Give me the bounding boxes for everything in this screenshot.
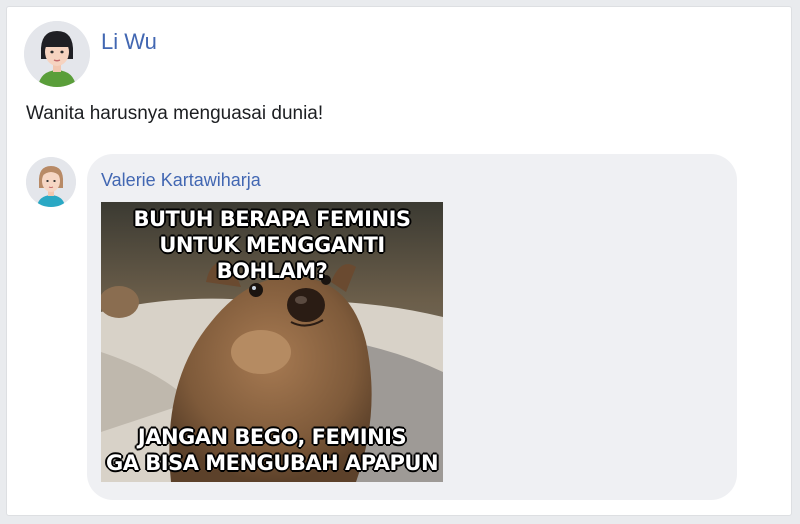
meme-bottom-caption: JANGAN BEGO, FEMINIS GA BISA MENGUBAH AP… xyxy=(101,424,443,476)
comment-author-name[interactable]: Valerie Kartawiharja xyxy=(101,170,261,191)
commenter-avatar[interactable] xyxy=(26,157,76,207)
meme-top-caption: BUTUH BERAPA FEMINIS UNTUK MENGGANTI BOH… xyxy=(101,206,443,284)
post-card: Li Wu Wanita harusnya menguasai dunia! V… xyxy=(6,6,792,516)
comment-bubble: Valerie Kartawiharja BUTUH BERAPA FEMINI… xyxy=(87,154,737,500)
meme-image[interactable]: BUTUH BERAPA FEMINIS UNTUK MENGGANTI BOH… xyxy=(101,202,443,482)
meme-caption-line: JANGAN BEGO, FEMINIS xyxy=(137,425,407,449)
woman-avatar-icon xyxy=(24,21,90,87)
meme-caption-line: UNTUK MENGGANTI BOHLAM? xyxy=(159,233,385,283)
woman-avatar-icon xyxy=(26,157,76,207)
post-author-name[interactable]: Li Wu xyxy=(101,29,157,55)
meme-caption-line: BUTUH BERAPA FEMINIS xyxy=(133,207,411,231)
post-text: Wanita harusnya menguasai dunia! xyxy=(26,103,324,124)
meme-caption-line: GA BISA MENGUBAH APAPUN xyxy=(105,451,439,475)
author-avatar[interactable] xyxy=(24,21,90,87)
